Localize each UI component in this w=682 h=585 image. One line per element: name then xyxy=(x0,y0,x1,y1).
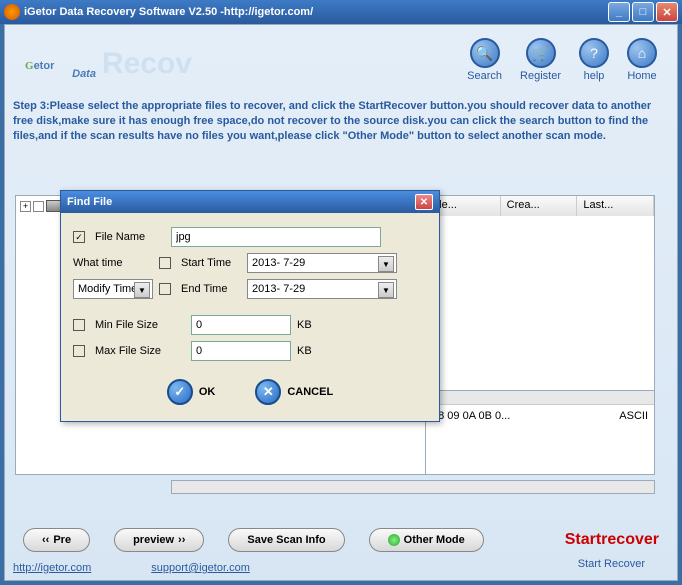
find-file-dialog: Find File ✕ ✓ File Name What time Start … xyxy=(60,190,440,422)
search-button[interactable]: 🔍 Search xyxy=(467,38,502,82)
site-link[interactable]: http://igetor.com xyxy=(13,562,91,574)
logo: Getor DataRecov xyxy=(25,43,192,77)
tree-checkbox[interactable] xyxy=(33,201,44,212)
other-mode-button[interactable]: Other Mode xyxy=(369,528,484,552)
header: Getor DataRecov 🔍 Search 🛒 Register ? he… xyxy=(5,25,677,95)
dialog-titlebar: Find File ✕ xyxy=(61,191,439,213)
starttime-checkbox[interactable] xyxy=(159,257,171,269)
list-header: File... Crea... Last... xyxy=(424,196,654,216)
maxsize-checkbox[interactable] xyxy=(73,345,85,357)
help-icon: ? xyxy=(579,38,609,68)
horizontal-scrollbar[interactable] xyxy=(171,480,655,494)
instructions-text: Step 3:Please select the appropriate fil… xyxy=(5,95,677,152)
filename-checkbox[interactable]: ✓ xyxy=(73,231,85,243)
col-last[interactable]: Last... xyxy=(577,196,654,216)
search-icon: 🔍 xyxy=(470,38,500,68)
kb-label-2: KB xyxy=(297,345,312,357)
pre-button[interactable]: ‹‹ Pre xyxy=(23,528,90,552)
dialog-close-button[interactable]: ✕ xyxy=(415,194,433,210)
cart-icon: 🛒 xyxy=(526,38,556,68)
hex-viewer: 08 09 0A 0B 0... ASCII xyxy=(425,390,655,475)
help-button[interactable]: ? help xyxy=(579,38,609,82)
hex-scrollbar[interactable] xyxy=(426,391,654,405)
close-button[interactable]: ✕ xyxy=(656,2,678,22)
filename-input[interactable] xyxy=(171,227,381,247)
toolbar: 🔍 Search 🛒 Register ? help ⌂ Home xyxy=(467,38,657,82)
filename-label: File Name xyxy=(95,231,165,243)
dialog-title: Find File xyxy=(67,196,112,208)
minsize-input[interactable] xyxy=(191,315,291,335)
start-recover-label: Start Recover xyxy=(578,558,645,570)
hex-ascii: ASCII xyxy=(619,410,648,422)
starttime-label: Start Time xyxy=(181,257,241,269)
register-button[interactable]: 🛒 Register xyxy=(520,38,561,82)
starttime-picker[interactable]: 2013- 7-29 xyxy=(247,253,397,273)
green-dot-icon xyxy=(388,534,400,546)
minsize-checkbox[interactable] xyxy=(73,319,85,331)
whattime-combo[interactable]: Modify Time xyxy=(73,279,153,299)
maximize-button[interactable]: □ xyxy=(632,2,654,22)
x-icon: ✕ xyxy=(255,379,281,405)
kb-label-1: KB xyxy=(297,319,312,331)
app-icon xyxy=(4,4,20,20)
cancel-button[interactable]: ✕ CANCEL xyxy=(255,379,333,405)
footer-links: http://igetor.com support@igetor.com xyxy=(13,562,250,574)
window-title: iGetor Data Recovery Software V2.50 -htt… xyxy=(24,6,608,18)
start-recover-button[interactable]: Startrecover xyxy=(565,531,659,549)
maxsize-label: Max File Size xyxy=(95,345,185,357)
whattime-label: What time xyxy=(73,257,153,269)
check-icon: ✓ xyxy=(167,379,193,405)
col-created[interactable]: Crea... xyxy=(501,196,578,216)
endtime-picker[interactable]: 2013- 7-29 xyxy=(247,279,397,299)
home-icon: ⌂ xyxy=(627,38,657,68)
maxsize-input[interactable] xyxy=(191,341,291,361)
save-scan-button[interactable]: Save Scan Info xyxy=(228,528,344,552)
preview-button[interactable]: preview ›› xyxy=(114,528,204,552)
home-button[interactable]: ⌂ Home xyxy=(627,38,657,82)
titlebar: iGetor Data Recovery Software V2.50 -htt… xyxy=(0,0,682,24)
minsize-label: Min File Size xyxy=(95,319,185,331)
endtime-label: End Time xyxy=(181,283,241,295)
minimize-button[interactable]: _ xyxy=(608,2,630,22)
button-bar: ‹‹ Pre preview ›› Save Scan Info Other M… xyxy=(5,528,677,552)
endtime-checkbox[interactable] xyxy=(159,283,171,295)
email-link[interactable]: support@igetor.com xyxy=(151,562,250,574)
ok-button[interactable]: ✓ OK xyxy=(167,379,216,405)
expand-icon[interactable]: + xyxy=(20,201,31,212)
hex-bytes: 08 09 0A 0B 0... xyxy=(432,410,510,422)
